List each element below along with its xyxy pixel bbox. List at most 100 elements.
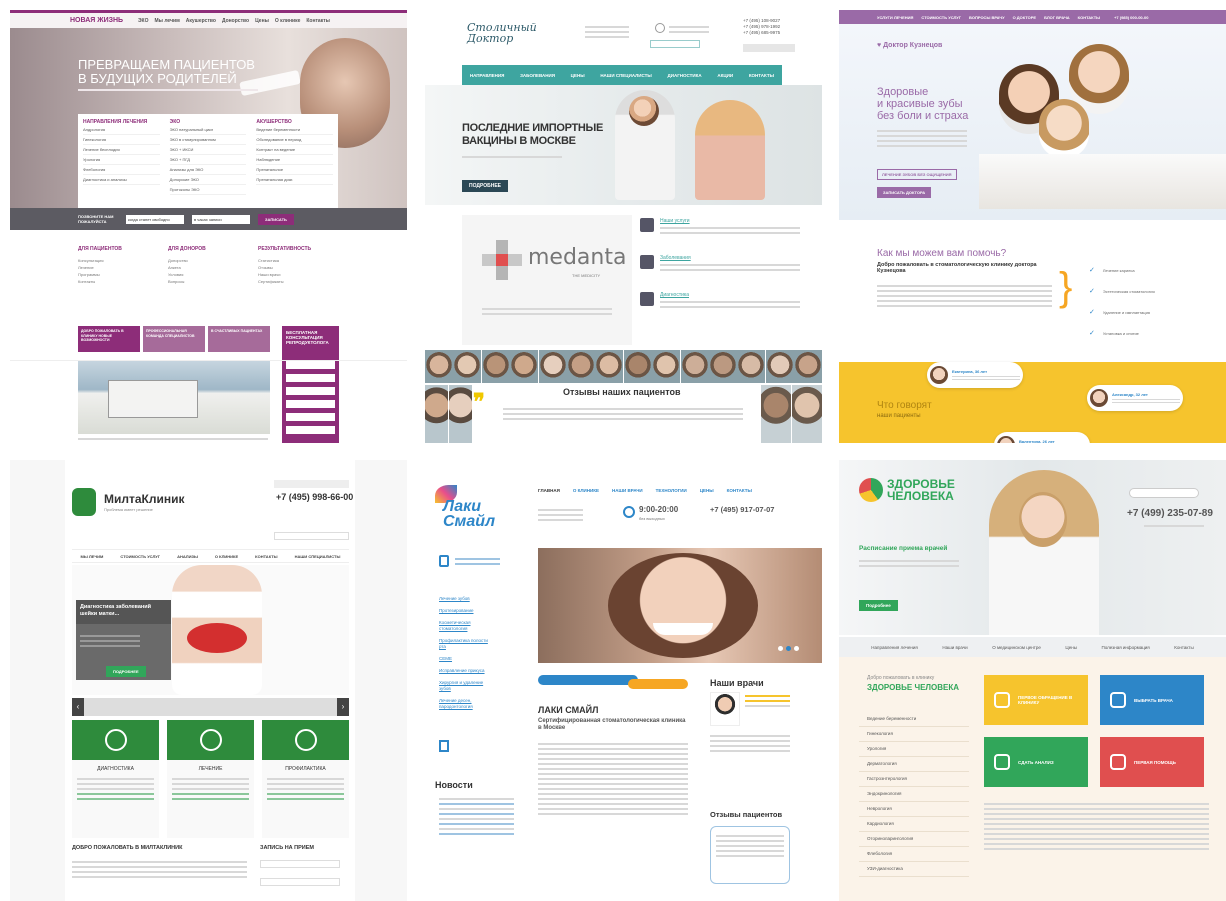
tab-promo[interactable]: [628, 679, 688, 689]
sidebar-link[interactable]: Протезирование: [439, 608, 494, 614]
service-item[interactable]: Заболевания: [640, 255, 800, 274]
menu-link[interactable]: Ведение беременности: [256, 125, 334, 135]
review-bubble[interactable]: Александр, 32 лет: [1087, 385, 1183, 411]
nav-item[interactable]: УСЛУГИ ЛЕЧЕНИЯ: [877, 15, 913, 20]
menu-link[interactable]: ЭКО + ИКСИ: [169, 145, 247, 155]
date-select[interactable]: в часах записи: [192, 214, 250, 224]
department-link[interactable]: Урология: [859, 742, 969, 757]
nav-item[interactable]: АНАЛИЗЫ: [177, 554, 198, 559]
nav-item[interactable]: АКЦИИ: [717, 73, 733, 78]
doctor-photo[interactable]: [710, 692, 740, 726]
slider-dots[interactable]: [778, 646, 799, 651]
nav-item[interactable]: ЗАБОЛЕВАНИЯ: [520, 73, 555, 78]
service-title[interactable]: Наши услуги: [660, 218, 800, 224]
nav-item[interactable]: Наши врачи: [942, 645, 967, 650]
callback-button[interactable]: [650, 40, 700, 48]
department-link[interactable]: Неврология: [859, 802, 969, 817]
slider-next-icon[interactable]: ›: [337, 698, 349, 716]
nav-item[interactable]: КОНТАКТЫ: [749, 73, 774, 78]
menu-link[interactable]: Пренатальное: [256, 165, 334, 175]
department-link[interactable]: Гастроэнтерология: [859, 772, 969, 787]
nav-item[interactable]: Мы лечим: [155, 18, 180, 24]
nav-item[interactable]: ДИАГНОСТИКА: [668, 73, 702, 78]
logo[interactable]: НОВАЯ ЖИЗНЬ: [70, 17, 123, 24]
department-link[interactable]: Гинекология: [859, 727, 969, 742]
callback-button[interactable]: [274, 480, 349, 488]
nav-item[interactable]: ГЛАВНАЯ: [538, 488, 560, 493]
details-button[interactable]: Подробнее: [859, 600, 898, 611]
nav-item[interactable]: КОНТАКТЫ: [255, 554, 277, 559]
menu-link[interactable]: Контракт на ведение: [256, 145, 334, 155]
action-tile[interactable]: СДАТЬ АНАЛИЗ: [984, 737, 1088, 787]
nav-item[interactable]: СТОИМОСТЬ УСЛУГ: [921, 15, 961, 20]
nav-item[interactable]: ЦЕНЫ: [571, 73, 585, 78]
menu-link[interactable]: Андрология: [83, 125, 160, 135]
nav-item[interactable]: ЭКО: [138, 18, 149, 24]
review-bubble[interactable]: Валентина, 26 лет: [994, 432, 1090, 443]
section-title[interactable]: ДЛЯ ДОНОРОВ: [168, 246, 258, 252]
menu-link[interactable]: ЭКО натуральный цикл: [169, 125, 247, 135]
phone[interactable]: +7 (499) 235-07-89: [1127, 508, 1213, 519]
nav-item[interactable]: ТЕХНОЛОГИИ: [656, 488, 687, 493]
department-link[interactable]: Флебология: [859, 847, 969, 862]
promo-button[interactable]: ПОДРОБНЕЕ: [106, 666, 146, 677]
phone-field[interactable]: [260, 878, 340, 886]
menu-link[interactable]: Донорские ЭКО: [169, 175, 247, 185]
section-link[interactable]: Донорство: [168, 257, 258, 264]
hero-details-button[interactable]: ПОДРОБНЕЕ: [462, 180, 509, 192]
section-link[interactable]: Вопросы: [168, 278, 258, 285]
sidebar-link[interactable]: Косметическая стоматология: [439, 620, 494, 632]
nav-item[interactable]: КОНТАКТЫ: [727, 488, 752, 493]
logo-icon[interactable]: [72, 488, 96, 516]
phone-number[interactable]: +7 (495) 685-9975: [743, 30, 780, 36]
menu-link[interactable]: Анализы для ЭКО: [169, 165, 247, 175]
service-item[interactable]: Наши услуги: [640, 218, 800, 237]
section-link[interactable]: Условия: [168, 271, 258, 278]
section-title[interactable]: ДЛЯ ПАЦИЕНТОВ: [78, 246, 168, 252]
logo[interactable]: Лаки Смайл: [435, 485, 505, 535]
nav-item[interactable]: НАШИ СПЕЦИАЛИСТЫ: [600, 73, 652, 78]
time-select[interactable]: когда станет свободно: [126, 214, 184, 224]
nav-item[interactable]: СТОИМОСТЬ УСЛУГ: [120, 554, 160, 559]
review-bubble[interactable]: Екатерина, 36 лет: [927, 362, 1023, 388]
nav-item[interactable]: ЦЕНЫ: [700, 488, 714, 493]
menu-link[interactable]: Обследование в период: [256, 135, 334, 145]
nav-item[interactable]: О клинике: [275, 18, 300, 24]
info-tab[interactable]: ПРОФЕССИОНАЛЬНАЯ КОМАНДА СПЕЦИАЛИСТОВ: [143, 326, 205, 352]
menu-link[interactable]: Наблюдение: [256, 155, 334, 165]
nav-item[interactable]: Контакты: [1174, 645, 1193, 650]
department-link[interactable]: Дерматология: [859, 757, 969, 772]
logo-icon[interactable]: [859, 478, 883, 502]
service-title[interactable]: Диагностика: [660, 292, 800, 298]
logo-text[interactable]: МилтаКлиник: [104, 492, 185, 506]
action-tile[interactable]: ПЕРВОЕ ОБРАЩЕНИЕ В КЛИНИКУ: [984, 675, 1088, 725]
section-link[interactable]: Консультация: [78, 257, 168, 264]
phone[interactable]: +7 (495) 998-66-00: [276, 492, 353, 502]
brand-name[interactable]: ♥ Доктор Кузнецов: [877, 42, 942, 49]
menu-link[interactable]: Флебология: [83, 165, 160, 175]
nav-item[interactable]: Цены: [1065, 645, 1077, 650]
section-link[interactable]: Программы: [78, 271, 168, 278]
service-title[interactable]: Заболевания: [660, 255, 800, 261]
feature-card[interactable]: ЛЕЧЕНИЕ: [167, 720, 254, 838]
nav-item[interactable]: ВОПРОСЫ ВРАЧУ: [969, 15, 1005, 20]
logo[interactable]: Столичный Доктор: [467, 22, 537, 44]
logo-text-bottom[interactable]: ЧЕЛОВЕКА: [887, 490, 954, 502]
menu-link[interactable]: Урология: [83, 155, 160, 165]
nav-item[interactable]: Акушерство: [186, 18, 216, 24]
treatment-button[interactable]: ЛЕЧЕНИЕ ЗУБОВ БЕЗ ОЩУЩЕНИЯ: [877, 169, 957, 180]
menu-link[interactable]: ЭКО в стимулированном: [169, 135, 247, 145]
nav-item[interactable]: О ДОКТОРЕ: [1013, 15, 1037, 20]
sidebar-link[interactable]: СЕМЕ: [439, 656, 494, 662]
department-link[interactable]: УЗИ-диагностика: [859, 862, 969, 877]
section-link[interactable]: Наши врачи: [258, 271, 348, 278]
menu-link[interactable]: Пренатальная диаг.: [256, 175, 334, 185]
department-link[interactable]: Оториноларингология: [859, 832, 969, 847]
nav-item[interactable]: НАШИ СПЕЦИАЛИСТЫ: [295, 554, 341, 559]
nav-item[interactable]: О КЛИНИКЕ: [573, 488, 599, 493]
section-title[interactable]: РЕЗУЛЬТАТИВНОСТЬ: [258, 246, 348, 252]
nav-item[interactable]: Контакты: [306, 18, 330, 24]
search-input[interactable]: [1129, 488, 1199, 498]
form-field[interactable]: [286, 387, 335, 395]
section-link[interactable]: Контакты: [78, 278, 168, 285]
